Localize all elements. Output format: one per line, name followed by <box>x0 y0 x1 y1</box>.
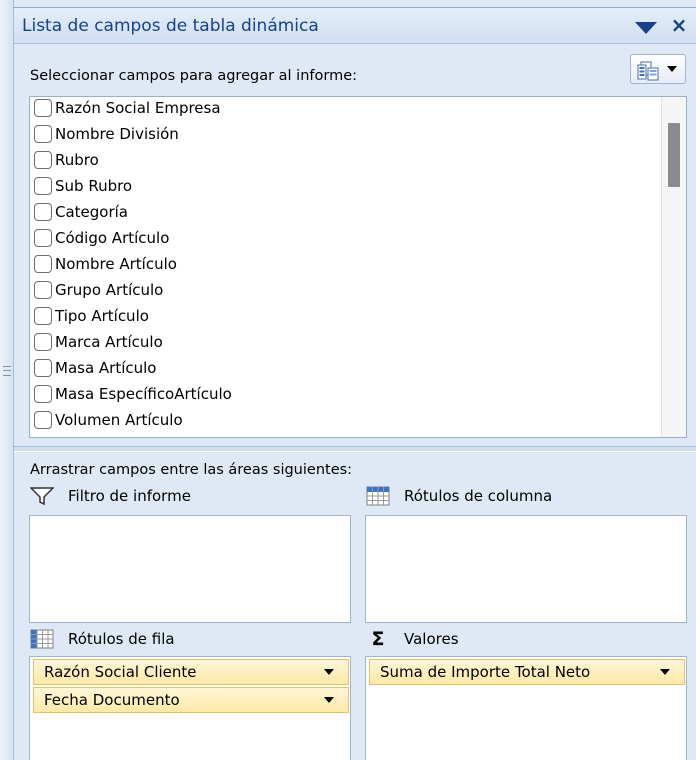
field-list-item[interactable]: Categoría <box>30 199 650 225</box>
pane-title: Lista de campos de tabla dinámica <box>22 16 319 36</box>
field-list-item[interactable]: Rubro <box>30 147 650 173</box>
field-list-item[interactable]: Marca Artículo <box>30 329 650 355</box>
resize-grip-icon[interactable] <box>3 366 11 376</box>
chevron-down-icon <box>667 66 677 72</box>
scrollbar-thumb[interactable] <box>668 123 680 187</box>
row-grid-icon <box>30 629 54 649</box>
field-list-item[interactable]: Código Artículo <box>30 225 650 251</box>
drag-fields-label: Arrastrar campos entre las áreas siguien… <box>30 462 353 478</box>
field-label: Tipo Artículo <box>55 307 149 325</box>
values-drop-area[interactable]: Suma de Importe Total Neto <box>365 656 687 760</box>
filter-drop-area[interactable] <box>29 515 351 623</box>
field-list-item[interactable]: Masa Artículo <box>30 355 650 381</box>
field-checkbox[interactable] <box>34 177 52 195</box>
field-list-layout-icon <box>637 61 659 81</box>
field-label: Razón Social Empresa <box>55 99 221 117</box>
field-label: Nombre División <box>55 125 179 143</box>
field-list-item[interactable]: Grupo Artículo <box>30 277 650 303</box>
field-list-item[interactable]: Sub Rubro <box>30 173 650 199</box>
filter-area-label: Filtro de informe <box>68 487 191 505</box>
field-label: Rubro <box>55 151 99 169</box>
dropdown-triangle-icon[interactable] <box>634 21 658 35</box>
row-field-pill[interactable]: Razón Social Cliente <box>33 659 349 685</box>
field-list-item[interactable]: Razón Social Empresa <box>30 97 650 121</box>
close-icon[interactable]: × <box>668 13 690 39</box>
field-checkbox[interactable] <box>34 307 52 325</box>
field-checkbox[interactable] <box>34 99 52 117</box>
layout-options-button[interactable] <box>630 54 686 84</box>
rows-drop-area[interactable]: Razón Social Cliente Fecha Documento <box>29 656 351 760</box>
field-label: Sub Rubro <box>55 177 133 195</box>
field-list-item[interactable]: Nombre División <box>30 121 650 147</box>
field-list-scrollbar[interactable] <box>661 97 686 437</box>
value-field-label: Suma de Importe Total Neto <box>380 663 591 681</box>
chevron-down-icon[interactable] <box>660 669 670 675</box>
field-label: Volumen Artículo <box>55 411 183 429</box>
field-label: Grupo Artículo <box>55 281 164 299</box>
column-grid-icon <box>366 486 390 506</box>
sigma-icon: Σ <box>371 628 385 650</box>
field-list-item[interactable]: Volumen Artículo <box>30 407 650 433</box>
filter-funnel-icon <box>30 487 54 506</box>
field-checkbox[interactable] <box>34 411 52 429</box>
rows-area-label: Rótulos de fila <box>68 630 175 648</box>
chevron-down-icon[interactable] <box>324 697 334 703</box>
field-label: Masa Artículo <box>55 359 157 377</box>
field-label: Código Artículo <box>55 229 170 247</box>
field-list-item[interactable]: Tipo Artículo <box>30 303 650 329</box>
field-checkbox[interactable] <box>34 359 52 377</box>
field-list-item[interactable]: Nombre Artículo <box>30 251 650 277</box>
chevron-down-icon[interactable] <box>324 669 334 675</box>
values-area-header: Σ Valores <box>366 627 459 651</box>
value-field-pill[interactable]: Suma de Importe Total Neto <box>369 659 685 685</box>
field-checkbox[interactable] <box>34 151 52 169</box>
columns-drop-area[interactable] <box>365 515 687 623</box>
columns-area-header: Rótulos de columna <box>366 484 552 508</box>
left-edge-strip <box>0 0 14 760</box>
select-fields-label: Seleccionar campos para agregar al infor… <box>30 68 358 84</box>
filter-area-header: Filtro de informe <box>30 484 191 508</box>
field-checkbox[interactable] <box>34 281 52 299</box>
row-field-label: Razón Social Cliente <box>44 663 197 681</box>
field-checkbox[interactable] <box>34 229 52 247</box>
rows-area-header: Rótulos de fila <box>30 627 175 651</box>
field-label: Marca Artículo <box>55 333 163 351</box>
areas-section: Arrastrar campos entre las áreas siguien… <box>14 452 696 760</box>
field-checkbox[interactable] <box>34 255 52 273</box>
field-list-item[interactable]: Masa EspecíficoArtículo <box>30 381 650 407</box>
pane-title-bar: Lista de campos de tabla dinámica × <box>14 8 696 44</box>
field-checkbox[interactable] <box>34 333 52 351</box>
field-section: Seleccionar campos para agregar al infor… <box>14 44 696 446</box>
field-label: Masa EspecíficoArtículo <box>55 385 232 403</box>
field-label: Nombre Artículo <box>55 255 177 273</box>
top-frame-bar <box>14 0 696 8</box>
field-checkbox[interactable] <box>34 385 52 403</box>
row-field-label: Fecha Documento <box>44 691 180 709</box>
field-checkbox[interactable] <box>34 125 52 143</box>
columns-area-label: Rótulos de columna <box>404 487 553 505</box>
field-checkbox[interactable] <box>34 203 52 221</box>
values-area-label: Valores <box>404 630 459 648</box>
field-list: Razón Social Empresa Nombre División Rubro… <box>29 96 687 438</box>
row-field-pill[interactable]: Fecha Documento <box>33 687 349 713</box>
field-label: Categoría <box>55 203 129 221</box>
